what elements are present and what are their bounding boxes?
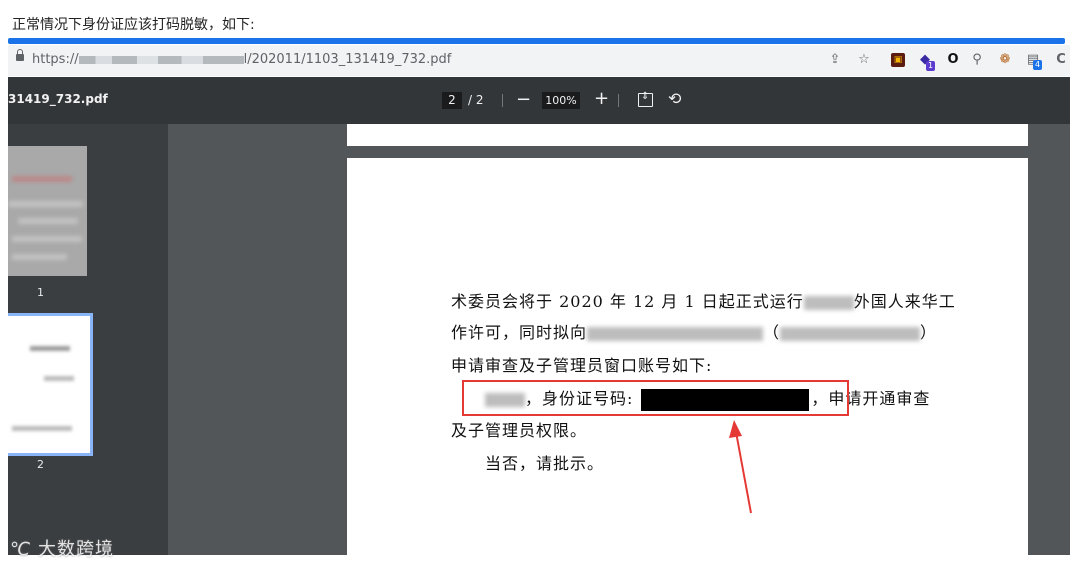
ext-link-icon[interactable]: ⚲ — [970, 53, 984, 67]
url-suffix: l/202011/1103_131419_732.pdf — [243, 52, 452, 67]
browser-loading-bar — [8, 38, 1065, 44]
thumbnail-sidebar: 1 2 — [8, 124, 168, 555]
share-icon[interactable]: ⇪ — [828, 53, 842, 67]
page-number-input[interactable]: 2 — [442, 92, 462, 109]
thumb-blur — [12, 426, 72, 431]
ext-box-icon[interactable]: ▣ — [891, 53, 905, 67]
thumbnail-label-1: 1 — [37, 286, 44, 299]
thumb-blur — [30, 346, 70, 351]
pdf-file-title: 31419_732.pdf — [8, 92, 108, 106]
toolbar-divider — [618, 94, 619, 107]
ext-ring-icon[interactable]: O — [946, 53, 960, 67]
fit-page-icon[interactable] — [638, 91, 653, 107]
thumbnail-page-2[interactable] — [8, 313, 93, 456]
ext-cookie-icon[interactable]: ❁ — [998, 53, 1012, 67]
thumb-blur — [12, 236, 82, 242]
ext-badge-count: 4 — [1033, 60, 1043, 70]
pdf-viewer: 31419_732.pdf 2 / 2 − 100% + ⟲ 1 2 术委员会将… — [8, 77, 1070, 555]
top-caption: 正常情况下身份证应该打码脱敏，如下: — [12, 17, 255, 33]
thumb-blur — [8, 201, 83, 207]
url-prefix: https:// — [32, 52, 79, 67]
page-total: / 2 — [468, 93, 484, 107]
lock-icon[interactable] — [16, 49, 24, 61]
ext-badge-icon[interactable]: ▤4 — [1026, 53, 1043, 70]
zoom-in-button[interactable]: + — [594, 88, 609, 109]
url-text[interactable]: https:// l/202011/1103_131419_732.pdf — [32, 52, 451, 67]
url-redacted — [78, 55, 244, 64]
watermark-logo: ℃ 大数跨境 — [10, 539, 114, 560]
thumbnail-page-1[interactable] — [8, 146, 87, 276]
ext-cut-icon[interactable]: C — [1054, 53, 1068, 67]
thumbnail-label-2: 2 — [37, 458, 44, 471]
zoom-level-input[interactable]: 100% — [542, 92, 580, 109]
watermark-text: 大数跨境 — [37, 539, 114, 560]
thumb-blur — [12, 254, 67, 260]
ext-stack-badge: 1 — [926, 61, 936, 71]
pdf-page-1-bottom — [347, 124, 1028, 146]
toolbar-divider — [502, 94, 503, 107]
pdf-toolbar: 31419_732.pdf 2 / 2 − 100% + ⟲ — [8, 77, 1070, 124]
address-bar[interactable]: https:// l/202011/1103_131419_732.pdf ⇪ ☆… — [8, 45, 1070, 76]
star-icon[interactable]: ☆ — [857, 53, 871, 67]
pdf-page-2: 术委员会将于 2020 年 12 月 1 日起正式运行 外国人来华工 作许可，同时… — [347, 158, 1028, 555]
thumb-blur — [44, 376, 74, 381]
zoom-out-button[interactable]: − — [516, 89, 531, 110]
annotation-arrow — [729, 420, 752, 514]
thumb-blur — [12, 176, 72, 182]
rotate-icon[interactable]: ⟲ — [668, 89, 681, 108]
thumb-blur — [18, 218, 78, 224]
ext-stack-icon[interactable]: ◆ 1 — [918, 53, 936, 71]
